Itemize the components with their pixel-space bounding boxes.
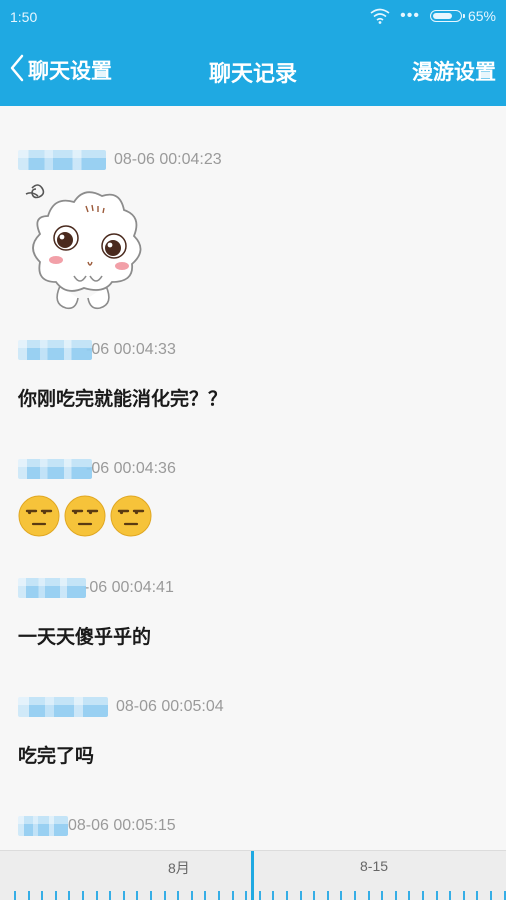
timeline-tick (422, 891, 424, 900)
timeline-label-month: 8月 (168, 860, 190, 876)
sender-name-blurred (18, 816, 68, 836)
message-text[interactable]: 一天天傻乎乎的 (18, 622, 151, 649)
battery-percent: 65% (467, 8, 496, 24)
message-header: 08-06 00:05:04 (18, 697, 224, 717)
timeline-label-date: 8-15 (360, 858, 389, 874)
date-timeline-scrubber[interactable]: 8月 8-15 (0, 850, 506, 900)
unamused-emoji-icon (64, 495, 106, 537)
timeline-tick (28, 891, 30, 900)
timeline-tick (368, 891, 370, 900)
timeline-tick (123, 891, 125, 900)
message-timestamp: 08-06 00:05:04 (116, 698, 224, 715)
timeline-tick (136, 891, 138, 900)
sender-name-blurred (18, 459, 92, 479)
message-timestamp: 08-06 00:04:23 (114, 151, 222, 168)
timeline-tick (82, 891, 84, 900)
emoji-row[interactable] (18, 495, 152, 537)
message-header: -06 00:04:33 (18, 340, 176, 360)
message-header: 08-06 00:05:15 (18, 816, 176, 836)
timeline-tick (14, 891, 16, 900)
timeline-tick (164, 891, 166, 900)
message-header: -06 00:04:36 (18, 459, 176, 479)
timeline-tick (245, 891, 247, 900)
message-timestamp: -06 00:04:33 (86, 341, 176, 358)
message-text[interactable]: 吃完了吗 (18, 741, 94, 768)
roaming-settings-button[interactable]: 漫游设置 (412, 56, 496, 86)
timeline-tick (436, 891, 438, 900)
timeline-tick (55, 891, 57, 900)
message-header: -06 00:04:41 (18, 578, 174, 598)
timeline-tick (109, 891, 111, 900)
timeline-tick (218, 891, 220, 900)
battery: 65% (429, 8, 496, 24)
timeline-tick (463, 891, 465, 900)
message-list[interactable]: 08-06 00:04:23 -06 00:04:33 你刚吃完就能消化完？？ … (0, 106, 506, 850)
timeline-tick (232, 891, 234, 900)
battery-fill (432, 13, 453, 19)
timeline-tick (204, 891, 206, 900)
status-indicators: ••• 65% (370, 8, 496, 24)
timeline-tick (68, 891, 70, 900)
timeline-tick (286, 891, 288, 900)
sender-name-blurred (18, 150, 106, 170)
message-text[interactable]: 你刚吃完就能消化完？？ (18, 384, 227, 411)
timeline-tick (354, 891, 356, 900)
timeline-tick (476, 891, 478, 900)
timeline-tick (96, 891, 98, 900)
message-timestamp: -06 00:04:36 (86, 460, 176, 477)
timeline-tick (177, 891, 179, 900)
wifi-icon (370, 8, 390, 24)
timeline-tick (490, 891, 492, 900)
unamused-emoji-icon (110, 495, 152, 537)
unamused-emoji-icon (18, 495, 60, 537)
timeline-tick (381, 891, 383, 900)
sender-name-blurred (18, 340, 92, 360)
signal-indicator: ••• (400, 7, 420, 24)
timeline-tick (41, 891, 43, 900)
message-timestamp: 08-06 00:05:15 (68, 817, 176, 834)
timeline-tick (340, 891, 342, 900)
cloud-sticker-icon[interactable] (18, 176, 148, 316)
status-bar: 1:50 ••• 65% (0, 0, 506, 34)
sender-name-blurred (18, 697, 108, 717)
message-timestamp: -06 00:04:41 (84, 579, 174, 596)
battery-icon (429, 10, 465, 22)
timeline-tick (191, 891, 193, 900)
timeline-tick (313, 891, 315, 900)
timeline-tick (408, 891, 410, 900)
timeline-tick (327, 891, 329, 900)
timeline-cursor[interactable] (251, 851, 254, 900)
timeline-tick (449, 891, 451, 900)
timeline-tick (300, 891, 302, 900)
message-header: 08-06 00:04:23 (18, 150, 222, 170)
sender-name-blurred (18, 578, 86, 598)
timeline-tick (395, 891, 397, 900)
timeline-tick (150, 891, 152, 900)
timeline-tick (259, 891, 261, 900)
timeline-tick (272, 891, 274, 900)
status-time: 1:50 (10, 9, 38, 25)
title-bar: 聊天设置 聊天记录 漫游设置 (0, 34, 506, 106)
